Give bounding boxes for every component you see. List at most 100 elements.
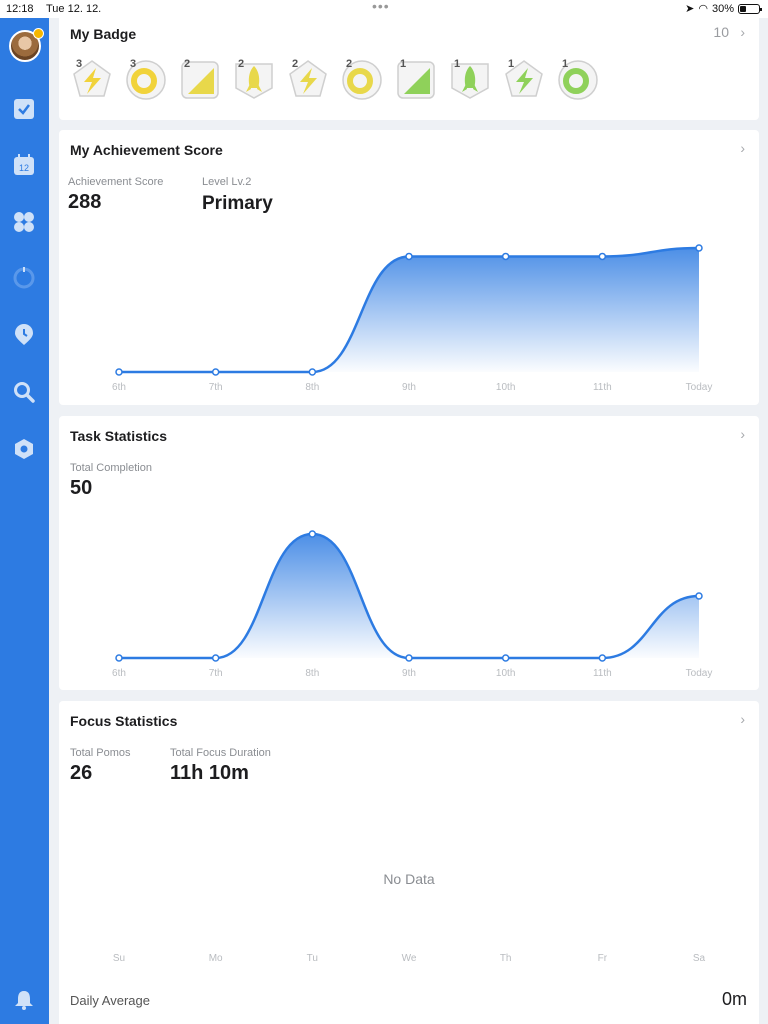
badge-item[interactable]: 2: [232, 58, 276, 102]
weekday-label: Mo: [209, 953, 223, 964]
total-focus-duration-value: 11h 10m: [170, 762, 249, 784]
status-right: ➤ ◠ 30%: [685, 2, 762, 15]
badge-item[interactable]: 3: [70, 58, 114, 102]
achievement-score-value: 288: [68, 191, 102, 213]
premium-badge-icon: [33, 28, 44, 39]
focus-statistics-card[interactable]: Focus Statistics › Total Pomos 26 Total …: [59, 701, 759, 1024]
total-pomos-label: Total Pomos: [70, 747, 131, 759]
pomodoro-icon[interactable]: [12, 266, 36, 290]
chart-x-tick-label: 11th: [593, 382, 612, 393]
task-statistics-card[interactable]: Task Statistics › Total Completion 50 6t…: [59, 416, 759, 690]
chart-data-point: [211, 654, 220, 662]
habit-icon[interactable]: [12, 323, 36, 347]
chart-data-point: [405, 252, 413, 261]
chart-area-fill: [119, 534, 699, 658]
chart-data-point: [308, 530, 317, 538]
battery-percent: 30%: [711, 2, 734, 15]
chart-x-tick-label: 7th: [209, 382, 223, 393]
badge-item[interactable]: 1: [448, 58, 492, 102]
chart-area-fill: [119, 248, 699, 372]
daily-average-value: 0m: [721, 989, 747, 1009]
weekday-label: Th: [500, 953, 512, 964]
badge-item[interactable]: 1: [556, 58, 600, 102]
level-label: Level Lv.2: [202, 176, 252, 188]
chart-data-point: [695, 592, 703, 600]
weekday-label: Tu: [307, 953, 318, 964]
total-focus-duration-label: Total Focus Duration: [170, 747, 271, 759]
badge-item[interactable]: 1: [394, 58, 438, 102]
total-completion-label: Total Completion: [70, 462, 152, 474]
badge-item[interactable]: 2: [340, 58, 384, 102]
weekday-label: Sa: [693, 953, 706, 964]
chart-data-point: [501, 252, 510, 261]
chart-data-point: [115, 368, 123, 376]
chart-x-tick-label: Today: [686, 668, 713, 679]
sidebar: 12: [0, 18, 49, 1024]
chart-x-tick-label: 10th: [496, 668, 515, 679]
settings-icon[interactable]: [12, 437, 36, 461]
status-bar: 12:18 Tue 12. 12. ••• ➤ ◠ 30%: [0, 0, 768, 18]
badge-level: 2: [292, 58, 299, 70]
total-pomos-value: 26: [70, 762, 93, 784]
badge-level: 3: [130, 58, 137, 70]
achievement-card-title: My Achievement Score: [70, 142, 223, 158]
badge-level: 3: [76, 58, 83, 70]
daily-average-label: Daily Average: [70, 993, 150, 1008]
badge-item[interactable]: 1: [502, 58, 546, 102]
grid-icon[interactable]: [12, 210, 36, 234]
status-time: 12:18: [6, 3, 34, 15]
chart-data-point: [115, 654, 123, 662]
total-completion-value: 50: [70, 477, 93, 499]
chevron-right-icon[interactable]: ›: [740, 711, 745, 727]
badge-item[interactable]: 2: [286, 58, 330, 102]
chart-data-point: [501, 654, 510, 662]
chart-data-point: [598, 654, 607, 662]
chart-x-tick-label: 10th: [496, 382, 515, 393]
calendar-day: 12: [19, 163, 29, 173]
chart-x-tick-label: 7th: [209, 668, 223, 679]
battery-icon: [738, 3, 762, 14]
multitasking-dots-icon[interactable]: •••: [372, 0, 390, 14]
chart-series-line: [119, 532, 700, 660]
badge-level: 1: [454, 58, 461, 70]
location-icon: ➤: [685, 3, 695, 15]
badge-item[interactable]: 3: [124, 58, 168, 102]
focus-weekday-axis: Su Mo Tu We Th Fr Sa: [113, 953, 706, 964]
chart-data-point: [405, 654, 413, 662]
badge-item[interactable]: 2: [178, 58, 222, 102]
chart-x-tick-label: 9th: [402, 382, 416, 393]
chevron-right-icon[interactable]: ›: [740, 24, 745, 40]
weekday-label: Fr: [598, 953, 608, 964]
chart-x-tick-label: 8th: [305, 382, 319, 393]
checkbox-icon[interactable]: [12, 97, 36, 121]
badge-level: 2: [346, 58, 353, 70]
badge-card[interactable]: My Badge 10 › 3 3 2 2 2 2 1 1 1 1: [59, 14, 759, 120]
chart-x-tick-label: 9th: [402, 668, 416, 679]
chart-data-point: [598, 252, 607, 261]
search-icon[interactable]: [12, 380, 36, 404]
weekday-label: We: [402, 953, 417, 964]
chart-data-point: [695, 244, 703, 252]
badge-card-title: My Badge: [70, 26, 137, 42]
task-completion-chart: 6th 7th 8th 9th 10th 11th Today: [112, 530, 713, 679]
chart-x-tick-label: Today: [686, 382, 713, 393]
badge-count: 10: [713, 24, 729, 40]
level-value: Primary: [202, 193, 273, 214]
calendar-icon[interactable]: 12: [12, 153, 36, 177]
no-data-text: No Data: [383, 871, 435, 887]
chart-x-tick-label: 11th: [593, 668, 612, 679]
chevron-right-icon[interactable]: ›: [740, 426, 745, 442]
chart-x-tick-label: 8th: [305, 668, 319, 679]
chevron-right-icon[interactable]: ›: [740, 140, 745, 156]
achievement-score-chart: 6th 7th 8th 9th 10th 11th Today: [112, 244, 713, 393]
badge-level: 1: [562, 58, 569, 70]
weekday-label: Su: [113, 953, 125, 964]
bell-icon[interactable]: [12, 988, 36, 1012]
badge-level: 2: [238, 58, 245, 70]
chart-data-point: [308, 368, 317, 376]
chart-x-tick-label: 6th: [112, 668, 126, 679]
task-statistics-title: Task Statistics: [70, 428, 168, 444]
achievement-score-label: Achievement Score: [68, 176, 164, 188]
achievement-card[interactable]: My Achievement Score › Achievement Score…: [59, 130, 759, 405]
badge-level: 1: [508, 58, 515, 70]
